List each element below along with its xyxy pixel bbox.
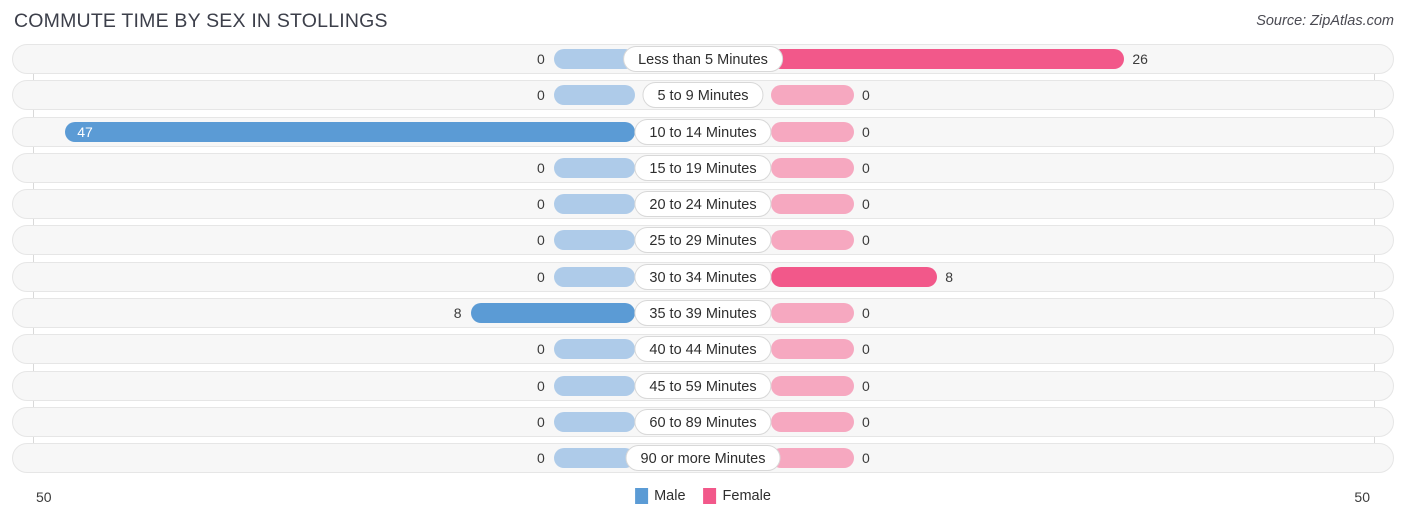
bar-male[interactable] bbox=[554, 266, 635, 287]
chart-row: 0 26 Less than 5 Minutes bbox=[0, 44, 1406, 74]
bar-male[interactable] bbox=[470, 303, 635, 324]
chart-row: 0 8 30 to 34 Minutes bbox=[0, 261, 1406, 292]
category-label-pill[interactable]: 15 to 19 Minutes bbox=[634, 154, 772, 181]
bar-female[interactable] bbox=[771, 303, 854, 324]
value-label-male: 0 bbox=[537, 377, 545, 394]
chart-rows: 0 26 Less than 5 Minutes 0 0 5 to 9 Minutes 47… bbox=[0, 44, 1406, 480]
chart-row: 0 0 40 to 44 Minutes bbox=[0, 334, 1406, 365]
value-label-female: 0 bbox=[862, 232, 870, 249]
category-label-pill[interactable]: 90 or more Minutes bbox=[625, 445, 781, 472]
value-label-male: 0 bbox=[537, 413, 545, 430]
category-label-pill[interactable]: 35 to 39 Minutes bbox=[634, 300, 772, 327]
chart-plot-area: 0 26 Less than 5 Minutes 0 0 5 to 9 Minutes 47… bbox=[0, 44, 1406, 484]
bar-male[interactable] bbox=[554, 230, 635, 251]
value-label-female: 0 bbox=[862, 450, 870, 467]
value-label-male: 47 bbox=[77, 123, 93, 140]
value-label-female: 8 bbox=[945, 268, 953, 285]
value-label-female: 26 bbox=[1132, 51, 1148, 67]
category-label-pill[interactable]: 45 to 59 Minutes bbox=[634, 372, 772, 399]
value-label-male: 0 bbox=[537, 87, 545, 104]
bar-female[interactable] bbox=[771, 157, 854, 178]
chart-row: 0 0 5 to 9 Minutes bbox=[0, 80, 1406, 111]
axis-label-left: 50 bbox=[36, 489, 52, 505]
chart-footer: 50 50 Male Female bbox=[0, 484, 1406, 522]
chart-legend: Male Female bbox=[635, 488, 771, 504]
bar-male[interactable] bbox=[554, 157, 635, 178]
bar-male[interactable] bbox=[554, 194, 635, 215]
bar-male[interactable] bbox=[554, 339, 635, 360]
category-label-pill[interactable]: 5 to 9 Minutes bbox=[642, 82, 764, 109]
value-label-male: 0 bbox=[537, 341, 545, 358]
value-label-male: 8 bbox=[453, 305, 462, 322]
chart-row: 47 0 10 to 14 Minutes bbox=[0, 116, 1406, 147]
bar-female[interactable] bbox=[771, 230, 854, 251]
source-attribution: Source: ZipAtlas.com bbox=[1256, 13, 1394, 29]
chart-page: COMMUTE TIME BY SEX IN STOLLINGS Source:… bbox=[0, 0, 1406, 522]
value-label-male: 0 bbox=[537, 268, 545, 285]
value-label-male: 0 bbox=[537, 232, 545, 249]
bar-female[interactable] bbox=[771, 375, 854, 396]
value-label-male: 0 bbox=[537, 51, 545, 67]
value-label-female: 0 bbox=[862, 377, 870, 394]
legend-swatch-male-icon bbox=[635, 488, 649, 504]
bar-male[interactable] bbox=[65, 121, 635, 142]
value-label-female: 0 bbox=[862, 196, 870, 213]
category-label-pill[interactable]: 60 to 89 Minutes bbox=[634, 408, 772, 435]
category-label-pill[interactable]: 20 to 24 Minutes bbox=[634, 191, 772, 218]
chart-row: 0 0 90 or more Minutes bbox=[0, 443, 1406, 474]
value-label-male: 0 bbox=[537, 159, 545, 176]
legend-item-female[interactable]: Female bbox=[703, 488, 771, 504]
bar-male[interactable] bbox=[554, 448, 635, 469]
value-label-female: 0 bbox=[862, 87, 870, 104]
bar-female[interactable] bbox=[771, 49, 1125, 69]
category-label-pill[interactable]: 40 to 44 Minutes bbox=[634, 336, 772, 363]
value-label-female: 0 bbox=[862, 159, 870, 176]
bar-male[interactable] bbox=[554, 411, 635, 432]
page-title: COMMUTE TIME BY SEX IN STOLLINGS bbox=[14, 10, 388, 32]
axis-label-right: 50 bbox=[1354, 489, 1370, 505]
bar-male[interactable] bbox=[554, 375, 635, 396]
value-label-female: 0 bbox=[862, 123, 870, 140]
legend-swatch-female-icon bbox=[703, 488, 717, 504]
value-label-female: 0 bbox=[862, 413, 870, 430]
chart-row: 8 0 35 to 39 Minutes bbox=[0, 298, 1406, 329]
bar-female[interactable] bbox=[771, 121, 854, 142]
bar-female[interactable] bbox=[771, 339, 854, 360]
legend-label-female: Female bbox=[722, 488, 771, 504]
value-label-male: 0 bbox=[537, 450, 545, 467]
bar-female[interactable] bbox=[771, 194, 854, 215]
category-label-pill[interactable]: 25 to 29 Minutes bbox=[634, 227, 772, 254]
chart-row: 0 0 25 to 29 Minutes bbox=[0, 225, 1406, 256]
value-label-male: 0 bbox=[537, 196, 545, 213]
legend-label-male: Male bbox=[654, 488, 686, 504]
bar-male[interactable] bbox=[554, 85, 635, 106]
bar-female[interactable] bbox=[771, 85, 854, 106]
chart-row: 0 0 15 to 19 Minutes bbox=[0, 152, 1406, 183]
chart-row: 0 0 60 to 89 Minutes bbox=[0, 406, 1406, 437]
category-label-pill[interactable]: 10 to 14 Minutes bbox=[634, 118, 772, 145]
chart-header: COMMUTE TIME BY SEX IN STOLLINGS Source:… bbox=[0, 0, 1406, 42]
chart-row: 0 0 20 to 24 Minutes bbox=[0, 189, 1406, 220]
category-label-pill[interactable]: 30 to 34 Minutes bbox=[634, 263, 772, 290]
category-label-pill[interactable]: Less than 5 Minutes bbox=[623, 46, 783, 72]
bar-female[interactable] bbox=[771, 266, 938, 287]
bar-female[interactable] bbox=[771, 448, 854, 469]
chart-row: 0 0 45 to 59 Minutes bbox=[0, 370, 1406, 401]
bar-female[interactable] bbox=[771, 411, 854, 432]
value-label-female: 0 bbox=[862, 341, 870, 358]
legend-item-male[interactable]: Male bbox=[635, 488, 686, 504]
value-label-female: 0 bbox=[862, 305, 870, 322]
